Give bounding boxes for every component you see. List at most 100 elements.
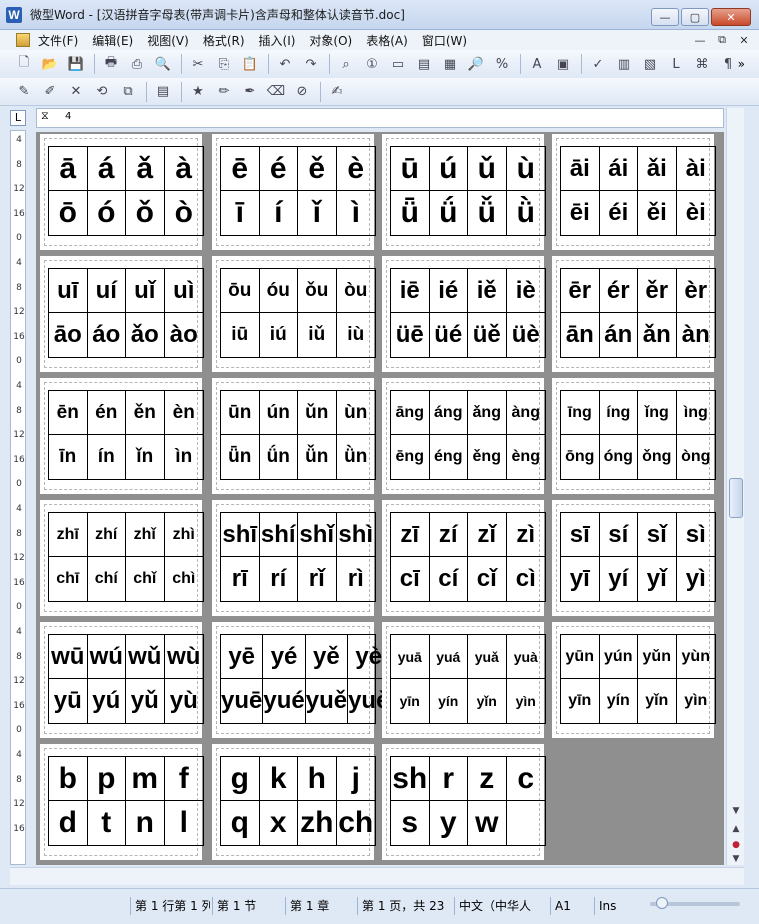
pinyin-cell: üē — [391, 313, 430, 357]
paste-icon[interactable]: 📋 — [240, 54, 260, 74]
image-icon[interactable]: ▧ — [640, 54, 660, 74]
pinyin-table: zhī zhí zhǐ zhì chī chí chǐ chì — [48, 512, 204, 602]
pinyin-cell: shī — [221, 513, 260, 557]
document-icon[interactable] — [16, 33, 30, 47]
highlight-icon[interactable]: ★ — [188, 82, 208, 102]
layers-icon[interactable]: ▤ — [153, 82, 173, 102]
table-icon[interactable]: ▦ — [440, 54, 460, 74]
menu-edit[interactable]: 编辑(E) — [92, 32, 133, 49]
scrollbar-thumb[interactable] — [729, 478, 743, 518]
delete-icon[interactable]: ✕ — [66, 82, 86, 102]
edit-icon[interactable]: ✐ — [40, 82, 60, 102]
scroll-down-arrow-icon[interactable]: ▼ — [727, 803, 745, 819]
menu-format[interactable]: 格式(R) — [203, 32, 245, 49]
percent-icon[interactable]: % — [492, 54, 512, 74]
text-box-icon[interactable]: ▣ — [553, 54, 573, 74]
clear-icon[interactable]: ⊘ — [292, 82, 312, 102]
pinyin-card-12: zhī zhí zhǐ zhì chī chí chǐ chì — [40, 500, 204, 616]
frame-icon[interactable]: ▭ — [388, 54, 408, 74]
pinyin-cell: ǜ — [516, 196, 535, 229]
pinyin-table: g k h j q x zh ch — [220, 756, 376, 846]
tab-stop-selector[interactable]: L — [10, 110, 26, 126]
menu-insert[interactable]: 插入(I) — [259, 32, 296, 49]
menu-file[interactable]: 文件(F) — [38, 32, 78, 49]
menu-bar: 文件(F) 编辑(E) 视图(V) 格式(R) 插入(I) 对象(O) 表格(A… — [0, 30, 759, 50]
minimize-button[interactable]: — — [651, 8, 679, 26]
vertical-scrollbar[interactable]: ▼ ▲ ● ▼ — [726, 108, 744, 865]
document-area[interactable]: ā á ǎ à ō ó ǒ ò ē é ě è ī í ǐ ì ū ú ǔ ù ǖ ǘ ǚ ǜ āi ái ǎi ài ēi éi ěi èi… — [36, 132, 724, 865]
close-button[interactable]: ✕ — [711, 8, 751, 26]
pinyin-cell: ìng — [676, 391, 715, 435]
menu-view[interactable]: 视图(V) — [147, 32, 189, 49]
toolbar-overflow-icon[interactable]: » — [738, 57, 745, 71]
find-icon[interactable]: ⌕ — [336, 54, 356, 74]
pdf-icon[interactable]: ⎙ — [127, 54, 147, 74]
pinyin-cell: ǘ — [430, 191, 468, 235]
chart-icon[interactable]: ▥ — [614, 54, 634, 74]
pinyin-cell: ér — [599, 269, 638, 313]
vertical-ruler[interactable]: 4 8 12 16 0 4 8 12 16 0 4 8 12 16 0 4 8 12 16 0 4 8 12 16 0 4 8 12 1… — [10, 130, 26, 865]
pinyin-card-11: īng íng ǐng ìng ōng óng ǒng òng — [552, 378, 716, 494]
pinyin-cell: yǐn — [468, 679, 507, 723]
number-icon[interactable]: ① — [362, 54, 382, 74]
pinyin-cell: yù — [169, 687, 198, 714]
pinyin-cell: āi — [561, 147, 600, 191]
pinyin-cell: èn — [164, 391, 203, 435]
horizontal-ruler[interactable]: 4 ⧖ — [36, 108, 724, 128]
paragraph-mark-icon[interactable]: ¶ — [718, 54, 738, 74]
copy-icon[interactable]: ⎘ — [214, 54, 234, 74]
pinyin-table: ūúǔù ǖǘǚǜ — [390, 146, 546, 236]
font-color-icon[interactable]: A — [527, 54, 547, 74]
pinyin-cell: ǎ — [126, 147, 165, 191]
copy-shape-icon[interactable]: ⧉ — [118, 82, 138, 102]
pinyin-cell: èng — [511, 448, 540, 465]
pinyin-cell: sī — [561, 513, 600, 557]
columns-icon[interactable]: ▤ — [414, 54, 434, 74]
rotate-icon[interactable]: ⟲ — [92, 82, 112, 102]
undo-icon[interactable]: ↶ — [275, 54, 295, 74]
print-preview-icon[interactable]: 🔍 — [153, 54, 173, 74]
shape-icon[interactable]: ✎ — [14, 82, 34, 102]
pinyin-cell: ǐn — [126, 435, 165, 479]
pinyin-cell: y — [430, 801, 468, 845]
pen-icon[interactable]: ✒ — [240, 82, 260, 102]
pinyin-cell: ǎi — [638, 147, 677, 191]
pinyin-cell: zh — [298, 801, 337, 845]
maximize-button[interactable]: ▢ — [681, 8, 709, 26]
cut-icon[interactable]: ✂ — [188, 54, 208, 74]
spell-check-icon[interactable]: ✓ — [588, 54, 608, 74]
menu-table[interactable]: 表格(A) — [366, 32, 408, 49]
status-insert-mode[interactable]: Ins — [594, 897, 634, 915]
open-folder-icon[interactable]: 📂 — [40, 54, 60, 74]
pinyin-cell: ēng — [391, 435, 430, 479]
binoculars-icon[interactable]: ⌘ — [692, 54, 712, 74]
pinyin-cell: ài — [676, 147, 715, 191]
print-icon[interactable]: 🖶 — [101, 54, 121, 74]
doc-minimize-button[interactable]: — — [691, 32, 709, 48]
doc-restore-button[interactable]: ⧉ — [713, 32, 731, 48]
pinyin-table: wū wú wǔ wù yū yú yǔ yù — [48, 634, 204, 724]
doc-close-button[interactable]: ✕ — [735, 32, 753, 48]
notes-icon[interactable]: ✍ — [327, 82, 347, 102]
word-app-icon[interactable]: W — [6, 6, 22, 23]
zoom-slider-knob[interactable] — [656, 897, 668, 909]
pinyin-card-0: āáǎà ōóǒò — [40, 134, 204, 250]
zoom-icon[interactable]: 🔎 — [466, 54, 486, 74]
pinyin-cell: ǖ — [391, 191, 430, 235]
horizontal-scrollbar[interactable] — [10, 867, 744, 885]
save-icon[interactable]: 💾 — [66, 54, 86, 74]
pinyin-cell: cī — [391, 557, 430, 601]
marker-icon[interactable]: ✏ — [214, 82, 234, 102]
indent-marker-icon[interactable]: ⧖ — [41, 109, 49, 123]
pinyin-cell: ā — [49, 147, 88, 191]
next-page-icon[interactable]: ▼ — [727, 851, 745, 867]
menu-window[interactable]: 窗口(W) — [422, 32, 467, 49]
menu-object[interactable]: 对象(O) — [309, 32, 352, 49]
redo-icon[interactable]: ↷ — [301, 54, 321, 74]
new-icon[interactable]: 🗋 — [14, 54, 34, 74]
prev-page-icon[interactable]: ▲ — [727, 821, 745, 837]
eraser-icon[interactable]: ⌫ — [266, 82, 286, 102]
letter-l-icon[interactable]: L — [666, 54, 686, 74]
ruler-number: 12 — [13, 553, 25, 564]
ruler-number: 0 — [16, 356, 22, 367]
